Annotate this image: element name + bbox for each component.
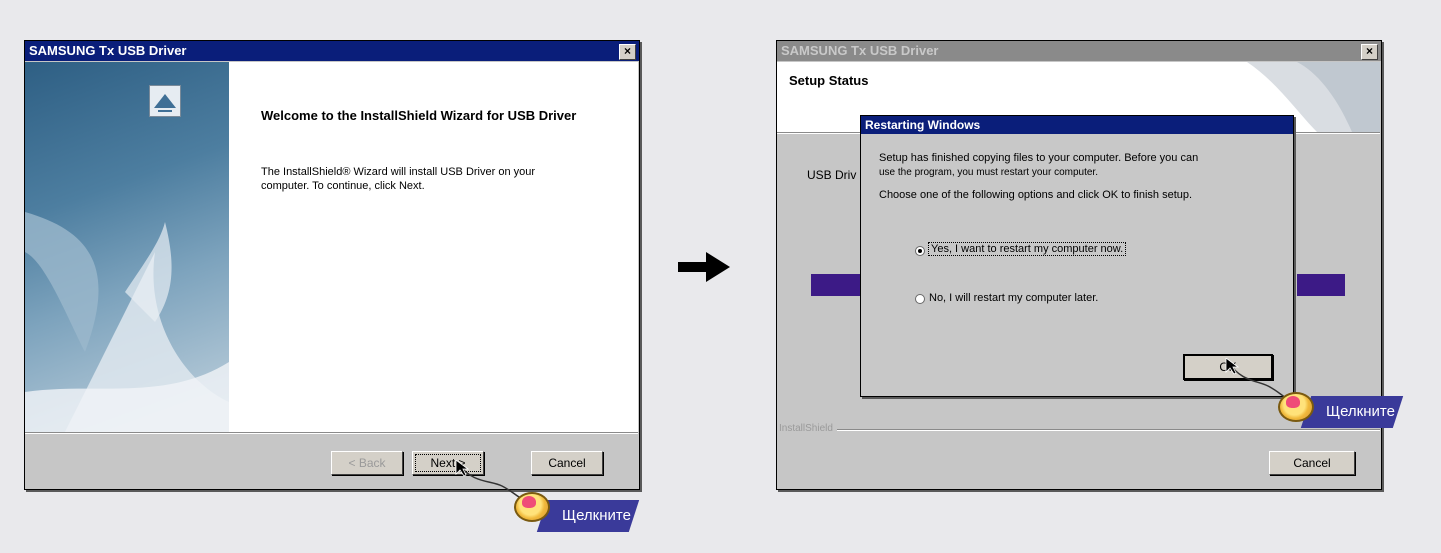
dialog-instruction: Choose one of the following options and … xyxy=(879,189,1193,201)
click-callout-right: Щелкните xyxy=(1300,396,1404,428)
wizard-description: The InstallShield® Wizard will install U… xyxy=(261,166,536,192)
cancel-button[interactable]: Cancel xyxy=(531,451,603,475)
mouse-icon-left xyxy=(514,492,550,522)
back-button[interactable]: < Back xyxy=(331,451,403,475)
window-titlebar: SAMSUNG Tx USB Driver xyxy=(25,41,639,61)
click-callout-left-label: Щелкните xyxy=(562,507,631,524)
dialog-message-line1: Setup has finished copying files to your… xyxy=(879,152,1199,164)
cancel-button[interactable]: Cancel xyxy=(1269,451,1355,475)
installshield-brand: InstallShield xyxy=(779,423,833,434)
footer-divider xyxy=(25,432,638,434)
dialog-titlebar: Restarting Windows xyxy=(861,116,1293,134)
close-icon[interactable]: × xyxy=(619,44,636,60)
window-titlebar-inactive: SAMSUNG Tx USB Driver xyxy=(777,41,1381,61)
window-title: SAMSUNG Tx USB Driver xyxy=(781,43,939,58)
footer-divider xyxy=(837,429,1380,431)
status-text: USB Driv xyxy=(807,168,857,182)
click-callout-right-label: Щелкните xyxy=(1326,403,1395,420)
progress-bar-right xyxy=(1297,274,1345,296)
setup-status-title: Setup Status xyxy=(789,73,869,88)
restart-later-radio[interactable] xyxy=(915,294,925,304)
installshield-logo-icon xyxy=(149,85,181,117)
dialog-message-line2: use the program, you must restart your c… xyxy=(879,167,1098,178)
restart-now-radio[interactable] xyxy=(915,246,925,256)
click-callout-left: Щелкните xyxy=(536,500,640,532)
next-step-arrow-icon xyxy=(676,249,732,285)
restart-dialog: Restarting Windows Setup has finished co… xyxy=(860,115,1294,397)
wizard-side-graphic xyxy=(25,62,229,432)
wizard-heading: Welcome to the InstallShield Wizard for … xyxy=(261,108,577,123)
installer-window-welcome: SAMSUNG Tx USB Driver × Welcome to the I… xyxy=(24,40,640,490)
dialog-title: Restarting Windows xyxy=(865,118,981,132)
wizard-swoosh-art xyxy=(25,212,229,432)
close-icon[interactable]: × xyxy=(1361,44,1378,60)
restart-later-label[interactable]: No, I will restart my computer later. xyxy=(929,292,1098,304)
mouse-icon-right xyxy=(1278,392,1314,422)
restart-now-label[interactable]: Yes, I want to restart my computer now. xyxy=(927,242,1127,256)
window-title: SAMSUNG Tx USB Driver xyxy=(29,43,187,58)
